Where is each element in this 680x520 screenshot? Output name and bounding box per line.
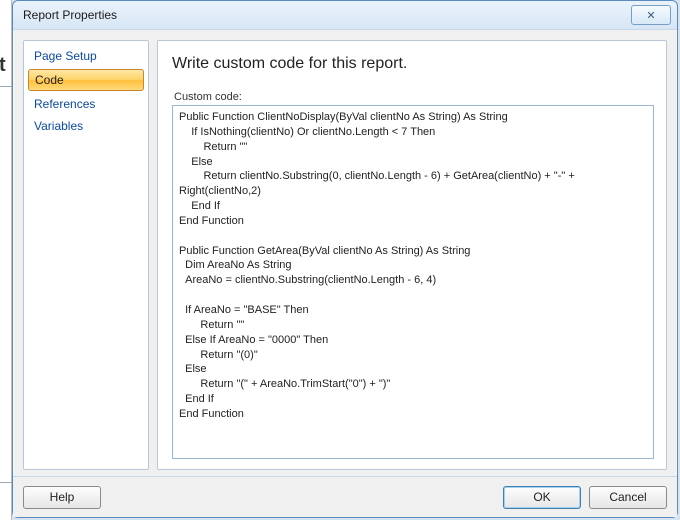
main-panel: Write custom code for this report. Custo… [157, 40, 667, 470]
sidebar: Page Setup Code References Variables [23, 40, 149, 470]
dialog-window: Report Properties ✕ Page Setup Code Refe… [12, 0, 678, 518]
code-field-label: Custom code: [174, 91, 654, 103]
page-heading: Write custom code for this report. [172, 55, 654, 73]
background-divider [0, 482, 12, 483]
dialog-footer: Help OK Cancel [13, 476, 677, 517]
button-label: OK [533, 490, 550, 504]
sidebar-item-variables[interactable]: Variables [24, 115, 148, 137]
sidebar-item-label: Code [35, 73, 64, 87]
sidebar-item-label: Variables [34, 119, 83, 133]
ok-button[interactable]: OK [503, 486, 581, 509]
background-divider [0, 86, 12, 87]
background-letter: t [0, 54, 6, 77]
button-label: Cancel [609, 490, 646, 504]
cancel-button[interactable]: Cancel [589, 486, 667, 509]
sidebar-item-label: References [34, 97, 95, 111]
sidebar-item-page-setup[interactable]: Page Setup [24, 45, 148, 67]
help-button[interactable]: Help [23, 486, 101, 509]
dialog-body: Page Setup Code References Variables Wri… [13, 30, 677, 476]
sidebar-item-references[interactable]: References [24, 93, 148, 115]
sidebar-item-code[interactable]: Code [28, 69, 144, 91]
button-label: Help [50, 490, 75, 504]
titlebar: Report Properties ✕ [13, 1, 677, 30]
custom-code-textarea[interactable] [172, 105, 654, 459]
window-title: Report Properties [23, 8, 631, 22]
background-page-edge: t [0, 0, 12, 520]
close-button[interactable]: ✕ [631, 5, 671, 25]
close-icon: ✕ [646, 9, 655, 22]
sidebar-item-label: Page Setup [34, 49, 97, 63]
